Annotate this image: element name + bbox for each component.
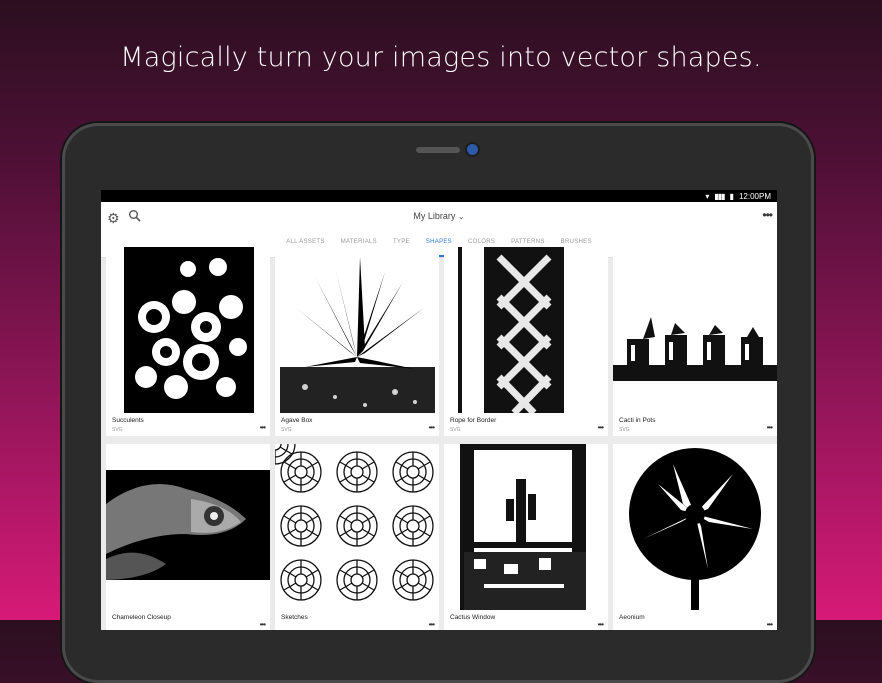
asset-thumbnail: [275, 247, 439, 413]
asset-thumbnail: [275, 444, 439, 610]
asset-type: SVG: [619, 427, 630, 433]
shapes-grid: Succulents SVG ••• Agave Box SVG ••• Rop…: [106, 247, 777, 630]
asset-card[interactable]: Rope for Border SVG •••: [444, 247, 608, 436]
chevron-down-icon: ⌄: [457, 212, 465, 221]
signal-icon: ▮▮▮: [714, 191, 725, 201]
wifi-icon: ▾: [705, 191, 710, 201]
card-more-icon[interactable]: •••: [429, 620, 435, 629]
card-more-icon[interactable]: •••: [598, 423, 604, 432]
overflow-menu-icon[interactable]: •••: [762, 208, 773, 222]
app-bar: ⚙ My Library ⌄ •••: [101, 202, 777, 234]
asset-card[interactable]: Succulents SVG •••: [106, 247, 270, 436]
asset-card[interactable]: Agave Box SVG •••: [275, 247, 439, 436]
asset-name: Agave Box: [281, 417, 313, 424]
asset-card[interactable]: Aeonium •••: [613, 444, 777, 630]
asset-thumbnail: [613, 247, 777, 413]
card-more-icon[interactable]: •••: [767, 423, 773, 432]
asset-thumbnail: [106, 444, 270, 610]
library-selector[interactable]: My Library ⌄: [101, 211, 777, 221]
card-more-icon[interactable]: •••: [598, 620, 604, 629]
front-camera: [467, 144, 478, 155]
asset-thumbnail: [106, 247, 270, 413]
card-more-icon[interactable]: •••: [260, 620, 266, 629]
asset-card[interactable]: Chameleon Closeup •••: [106, 444, 270, 630]
asset-thumbnail: [444, 444, 608, 610]
card-more-icon[interactable]: •••: [260, 423, 266, 432]
card-more-icon[interactable]: •••: [429, 423, 435, 432]
asset-type: SVG: [281, 427, 292, 433]
asset-type: SVG: [112, 427, 123, 433]
asset-name: Cacti in Pots: [619, 417, 656, 424]
asset-card[interactable]: Cactus Window •••: [444, 444, 608, 630]
card-more-icon[interactable]: •••: [767, 620, 773, 629]
app-screen: ▾ ▮▮▮ ▮ 12:00PM ⚙ My Library ⌄ ••• ALL A…: [101, 190, 777, 630]
speaker-grille: [416, 147, 460, 153]
asset-thumbnail: [444, 247, 608, 413]
asset-card[interactable]: Sketches •••: [275, 444, 439, 630]
asset-name: Succulents: [112, 417, 144, 424]
library-label: My Library: [413, 211, 456, 221]
asset-name: Rope for Border: [450, 417, 497, 424]
status-bar: ▾ ▮▮▮ ▮ 12:00PM: [101, 190, 777, 202]
status-time: 12:00PM: [738, 191, 771, 201]
battery-icon: ▮: [729, 191, 734, 201]
asset-type: SVG: [450, 427, 461, 433]
asset-card[interactable]: Cacti in Pots SVG •••: [613, 247, 777, 436]
asset-thumbnail: [613, 444, 777, 610]
promo-headline: Magically turn your images into vector s…: [120, 42, 762, 73]
